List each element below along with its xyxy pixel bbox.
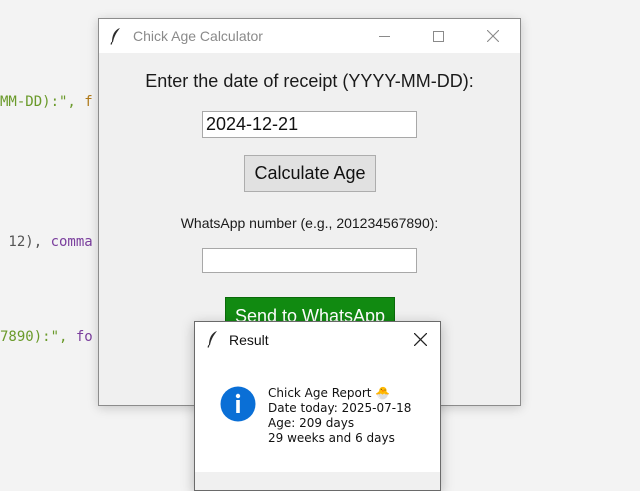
dialog-close-button[interactable] [400, 322, 440, 356]
dialog-title: Result [229, 332, 269, 348]
title-bar[interactable]: Chick Age Calculator [99, 19, 520, 53]
dialog-footer [195, 472, 440, 490]
result-message: Chick Age Report 🐣 Date today: 2025-07-1… [268, 386, 411, 446]
whatsapp-prompt-label: WhatsApp number (e.g., 201234567890): [180, 215, 439, 231]
maximize-button[interactable] [415, 19, 461, 53]
calculate-age-button[interactable]: Calculate Age [244, 155, 376, 192]
code-string: MM-DD):", [0, 94, 85, 110]
date-today-line: Date today: 2025-07-18 [268, 401, 412, 415]
close-icon [413, 332, 427, 346]
code-line: 7890):", fo [0, 329, 93, 345]
code-number: 12), [0, 234, 51, 250]
close-button[interactable] [470, 19, 516, 53]
date-prompt-label: Enter the date of receipt (YYYY-MM-DD): [145, 71, 474, 91]
code-line: MM-DD):", f [0, 94, 93, 110]
code-token: f [84, 94, 93, 110]
feather-icon [110, 28, 120, 45]
dialog-title-bar[interactable]: Result [195, 322, 440, 356]
info-icon [220, 386, 256, 422]
whatsapp-number-input[interactable] [202, 248, 417, 273]
result-dialog: Result Chick Age Report 🐣 Date today: 20… [194, 321, 441, 491]
code-string: 7890):", [0, 329, 76, 345]
window-title: Chick Age Calculator [133, 28, 263, 44]
age-days-line: Age: 209 days [268, 416, 355, 430]
code-line: 12), comma [0, 234, 93, 250]
age-weeks-line: 29 weeks and 6 days [268, 431, 395, 445]
code-token: fo [75, 329, 93, 345]
feather-icon [207, 331, 217, 348]
code-keyword: comma [50, 234, 93, 250]
maximize-icon [432, 30, 444, 42]
close-icon [487, 30, 499, 42]
date-input[interactable] [202, 111, 417, 138]
report-heading: Chick Age Report 🐣 [268, 386, 391, 400]
minimize-icon [378, 35, 390, 37]
minimize-button[interactable] [361, 19, 407, 53]
